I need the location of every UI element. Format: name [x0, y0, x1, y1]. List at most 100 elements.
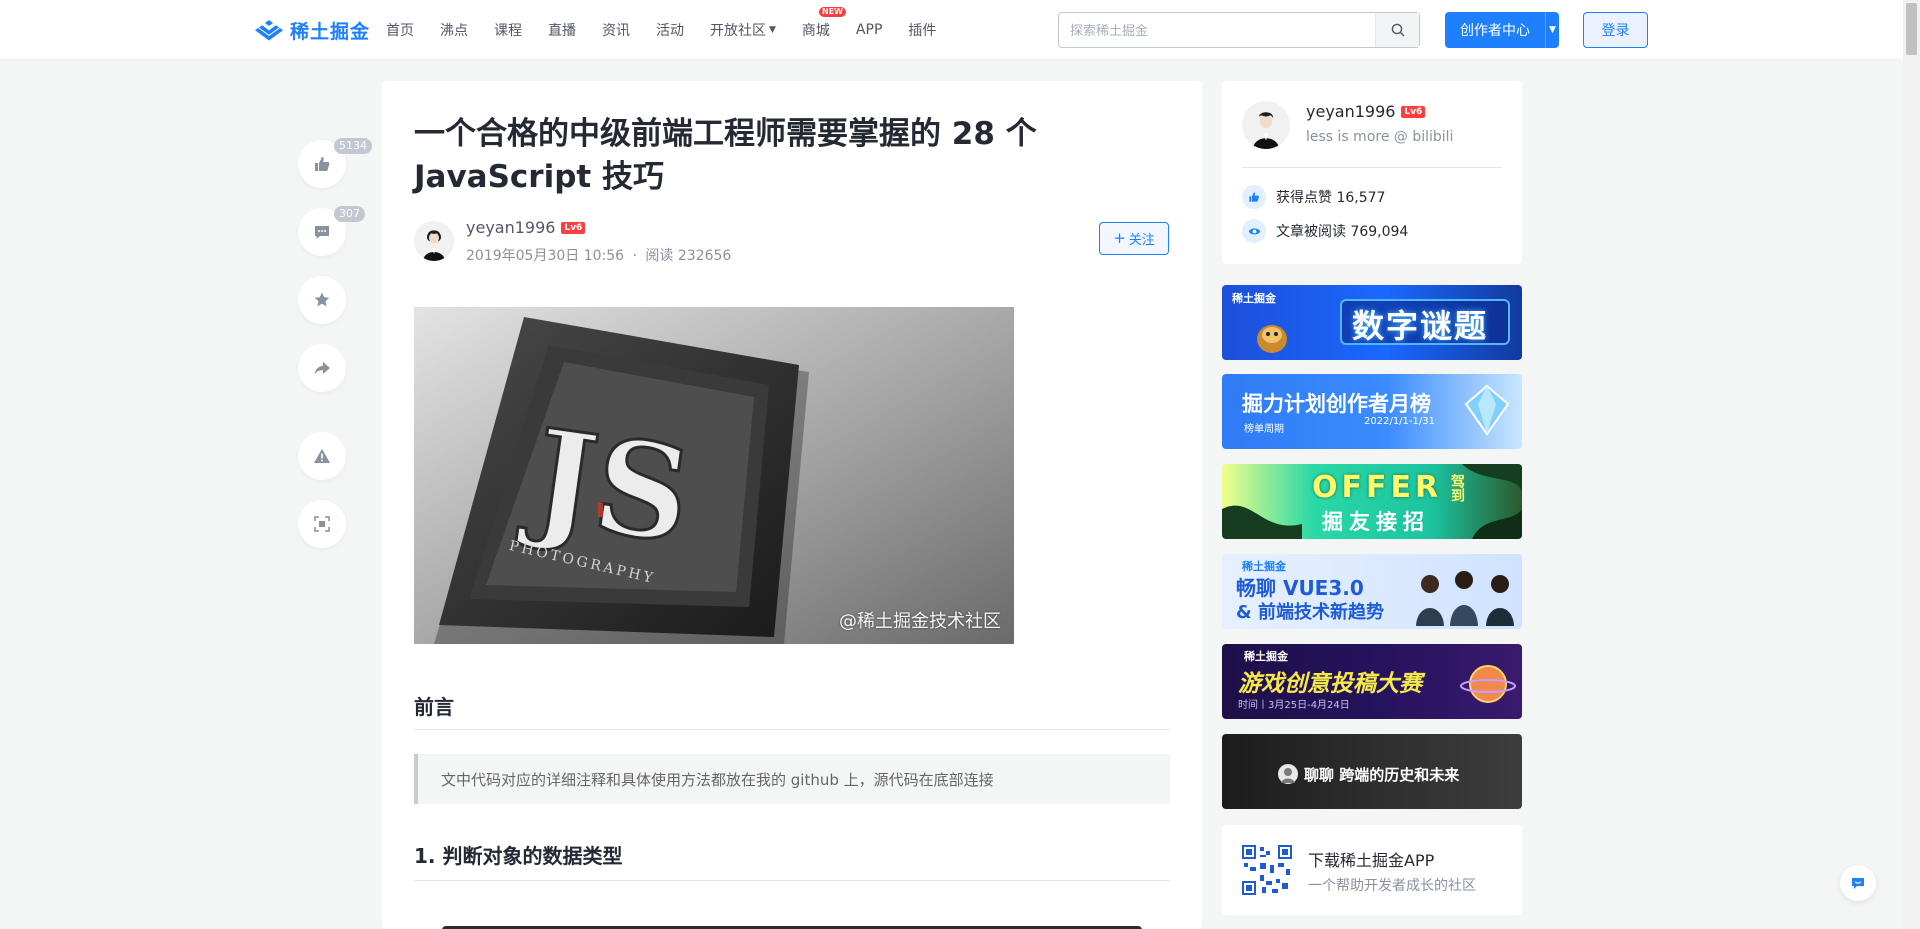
nav-label: 资讯	[602, 23, 630, 39]
page-scrollbar[interactable]	[1903, 0, 1920, 929]
search-button[interactable]	[1375, 13, 1419, 47]
fullscreen-icon	[314, 516, 330, 532]
top-header: 稀土掘金 首页 沸点 课程 直播 资讯 活动 开放社区 ▼ 商城 NEW APP 插…	[0, 0, 1920, 60]
nav-item-home[interactable]: 首页	[386, 20, 414, 40]
follow-label: 关注	[1128, 233, 1155, 248]
nav-item-open-community[interactable]: 开放社区 ▼	[710, 20, 776, 40]
thumb-up-icon	[1242, 185, 1266, 209]
author-card-name-text: yeyan1996	[1306, 102, 1396, 121]
author-card-divider	[1242, 167, 1502, 168]
author-card-desc: less is more @ bilibili	[1306, 129, 1454, 145]
heading-divider	[414, 880, 1170, 881]
banner-creator-ranking[interactable]: 掘力计划创作者月榜 榜单周期 2022/1/1-1/31	[1222, 374, 1522, 449]
comment-icon	[315, 226, 329, 239]
nav-label: 沸点	[440, 23, 468, 39]
nav-item-events[interactable]: 活动	[656, 20, 684, 40]
new-badge: NEW	[818, 7, 846, 17]
banner-offer[interactable]: OFFER 驾到 掘友接招	[1222, 464, 1522, 539]
banner-brand: 稀土掘金	[1244, 650, 1288, 663]
juejin-logo[interactable]: 稀土掘金	[254, 16, 370, 44]
section-heading: 前言	[414, 695, 454, 719]
qr-code-icon	[1242, 845, 1292, 895]
author-card-avatar[interactable]	[1242, 101, 1290, 149]
search-icon	[1391, 23, 1404, 37]
nav-item-live[interactable]: 直播	[548, 20, 576, 40]
author-name[interactable]: yeyan1996 Lv6	[466, 218, 586, 237]
banner-title: 游戏创意投稿大赛	[1238, 671, 1422, 697]
banner-sub: 时间丨3月25日-4月24日	[1238, 700, 1350, 711]
login-button[interactable]: 登录	[1583, 12, 1648, 48]
blockquote: 文中代码对应的详细注释和具体使用方法都放在我的 github 上，源代码在底部连…	[414, 754, 1170, 804]
feedback-button[interactable]	[1840, 865, 1876, 901]
app-download-title: 下载稀土掘金APP	[1308, 851, 1435, 870]
js-cover-illustration: JS PHOTOGRAPHY	[414, 307, 1014, 644]
share-button[interactable]	[298, 344, 346, 392]
heading-divider	[414, 729, 1170, 730]
nav-item-plugins[interactable]: 插件	[908, 20, 936, 40]
level-badge: Lv6	[561, 221, 586, 234]
eye-icon	[1242, 219, 1266, 243]
like-button[interactable]: 5134	[298, 138, 372, 188]
nav-label: 插件	[908, 23, 937, 39]
comment-button[interactable]: 307	[298, 206, 365, 256]
nav-label: 直播	[548, 23, 576, 39]
banner-title: 掘力计划创作者月榜	[1242, 392, 1431, 416]
report-button[interactable]	[298, 432, 346, 480]
scrollbar-thumb[interactable]	[1906, 3, 1917, 55]
read-count: 阅读 232656	[645, 248, 732, 264]
juejin-logo-icon	[255, 20, 283, 41]
warning-icon	[314, 448, 330, 463]
banner-title: 畅聊 VUE3.0	[1236, 576, 1364, 600]
nav-item-shop[interactable]: 商城 NEW	[801, 7, 846, 40]
banner-sub: 榜单周期	[1244, 424, 1284, 435]
publish-date: 2019年05月30日 10:56	[466, 248, 625, 264]
banner-date: 2022/1/1-1/31	[1364, 416, 1435, 427]
nav-item-app[interactable]: APP	[856, 22, 882, 38]
banner-brand: 稀土掘金	[1232, 292, 1276, 305]
speakers-photo	[1416, 571, 1514, 626]
banner-number-puzzle[interactable]: 稀土掘金 数字谜题	[1222, 285, 1522, 360]
banner-game-contest[interactable]: 稀土掘金 游戏创意投稿大赛 时间丨3月25日-4月24日	[1222, 644, 1522, 719]
star-icon	[314, 292, 330, 307]
banner-vue3[interactable]: 稀土掘金 畅聊 VUE3.0 & 前端技术新趋势	[1222, 554, 1522, 629]
nav-item-pins[interactable]: 沸点	[440, 20, 468, 40]
likes-stat-text: 获得点赞 16,577	[1276, 190, 1386, 206]
nav-item-news[interactable]: 资讯	[602, 20, 630, 40]
section-heading: 1. 判断对象的数据类型	[414, 844, 623, 868]
creator-center-button[interactable]: 创作者中心 ▼	[1445, 12, 1559, 48]
reads-stat: 文章被阅读 769,094	[1242, 219, 1408, 243]
chat-bubble-icon	[1852, 878, 1864, 889]
blockquote-text: 文中代码对应的详细注释和具体使用方法都放在我的 github 上，源代码在底部连…	[441, 770, 994, 789]
fullscreen-button[interactable]	[298, 500, 346, 548]
share-icon	[314, 362, 330, 375]
cover-watermark: @稀土掘金技术社区	[839, 611, 1001, 632]
nav-label: 首页	[386, 23, 414, 39]
collect-button[interactable]	[298, 276, 346, 324]
level-badge: Lv6	[1401, 105, 1426, 118]
nav-label: 课程	[494, 23, 522, 39]
author-name-text: yeyan1996	[466, 218, 556, 237]
logo-text: 稀土掘金	[290, 20, 371, 43]
banner-cross-platform[interactable]: 聊聊 跨端的历史和未来	[1222, 734, 1522, 809]
banner-title: 数字谜题	[1352, 307, 1489, 345]
author-card: yeyan1996 Lv6 less is more @ bilibili 获得…	[1222, 81, 1522, 264]
follow-button[interactable]: + 关注	[1099, 222, 1169, 255]
main-nav: 首页 沸点 课程 直播 资讯 活动 开放社区 ▼ 商城 NEW APP 插件	[386, 0, 962, 60]
author-card-name[interactable]: yeyan1996 Lv6	[1306, 102, 1426, 121]
planet-icon	[1460, 665, 1516, 703]
app-download-card[interactable]: 下载稀土掘金APP 一个帮助开发者成长的社区	[1222, 825, 1522, 915]
article-meta: 2019年05月30日 10:56 · 阅读 232656	[466, 245, 731, 265]
avatar-icon	[414, 221, 454, 261]
nav-item-courses[interactable]: 课程	[494, 20, 522, 40]
diamond-icon	[1464, 384, 1510, 436]
search-box	[1058, 12, 1420, 48]
author-avatar[interactable]	[414, 221, 454, 261]
avatar-icon	[1242, 101, 1290, 149]
creator-dropdown-icon[interactable]: ▼	[1545, 12, 1559, 48]
nav-label: 商城	[801, 23, 830, 39]
reads-stat-text: 文章被阅读 769,094	[1276, 224, 1409, 240]
like-count-badge: 5134	[334, 138, 372, 154]
likes-stat: 获得点赞 16,577	[1242, 185, 1385, 209]
search-input[interactable]	[1059, 13, 1375, 47]
mascot-icon	[1257, 325, 1287, 353]
